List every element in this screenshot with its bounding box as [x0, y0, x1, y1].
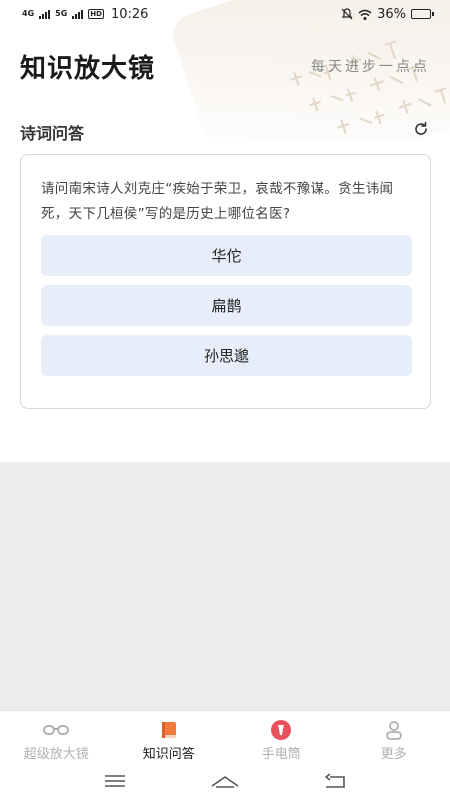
- app-slogan: 每天进步一点点: [311, 59, 430, 75]
- tab-more[interactable]: 更多: [338, 711, 450, 762]
- wifi-icon: [358, 9, 372, 20]
- menu-nav-button[interactable]: [95, 766, 135, 796]
- home-icon: [211, 776, 239, 788]
- glasses-icon: [43, 725, 70, 735]
- refresh-icon: [415, 121, 427, 135]
- tab-label: 知识问答: [142, 747, 195, 762]
- quiz-option-1[interactable]: 华佗: [41, 235, 412, 276]
- mute-icon: [341, 8, 353, 20]
- clock: 10:26: [110, 6, 149, 22]
- flashlight-icon: [271, 720, 292, 740]
- user-icon: [385, 721, 402, 740]
- refresh-button[interactable]: [412, 120, 430, 138]
- tab-flashlight[interactable]: 手电筒: [225, 711, 338, 762]
- quiz-option-3[interactable]: 孙思邈: [41, 335, 412, 376]
- signal-icon-2: [72, 9, 84, 19]
- hd-badge: HD: [88, 9, 104, 19]
- battery-percent: 36%: [377, 6, 406, 22]
- system-nav-bar: [0, 762, 450, 800]
- section-title: 诗词问答: [20, 124, 85, 143]
- tab-knowledge-quiz[interactable]: 知识问答: [113, 711, 226, 762]
- back-icon: [325, 773, 345, 788]
- quiz-question: 请问南宋诗人刘克庄“疾始于荣卫，哀哉不豫谋。贪生讳闻死，天下几桓侯”写的是历史上…: [41, 181, 394, 222]
- tab-super-magnifier[interactable]: 超级放大镜: [0, 711, 113, 762]
- quiz-option-2[interactable]: 扁鹊: [41, 285, 412, 326]
- bottom-tab-bar: 超级放大镜 知识问答 手电筒 更多: [0, 710, 450, 762]
- tab-label: 超级放大镜: [23, 747, 89, 762]
- home-nav-button[interactable]: [205, 766, 245, 796]
- battery-icon: [411, 9, 434, 19]
- content-placeholder-area: [0, 462, 450, 710]
- network-label-1: 4G: [22, 9, 35, 18]
- quiz-card: 请问南宋诗人刘克庄“疾始于荣卫，哀哉不豫谋。贪生讳闻死，天下几桓侯”写的是历史上…: [20, 154, 431, 409]
- signal-icon: [39, 9, 51, 19]
- app-title: 知识放大镜: [20, 54, 156, 84]
- status-bar: 4G 5G HD 10:26 36%: [0, 0, 450, 28]
- back-nav-button[interactable]: [315, 766, 355, 796]
- network-label-2: 5G: [55, 9, 68, 18]
- tab-label: 更多: [380, 747, 407, 762]
- book-icon: [161, 722, 176, 738]
- menu-icon: [105, 775, 125, 787]
- tab-label: 手电筒: [261, 747, 301, 762]
